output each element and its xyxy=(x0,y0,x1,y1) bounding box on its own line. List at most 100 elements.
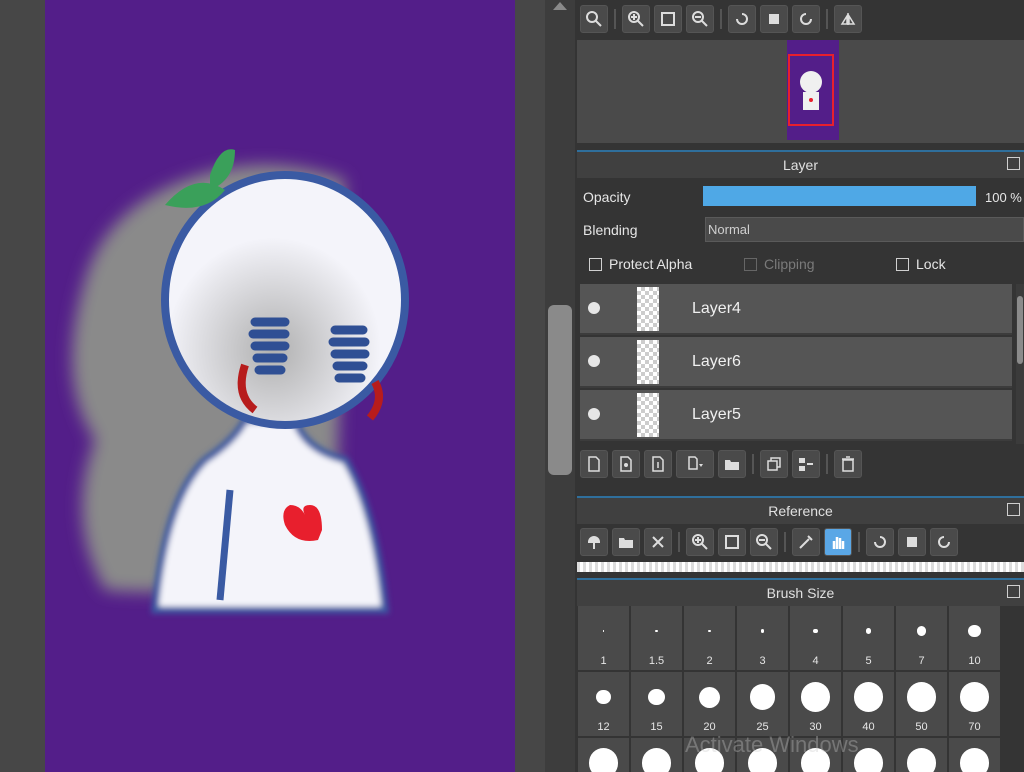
zoom-in-icon[interactable] xyxy=(686,528,714,556)
popout-icon[interactable] xyxy=(1007,503,1020,516)
reference-image-area[interactable] xyxy=(577,562,1024,572)
brush-size-panel-header: Brush Size xyxy=(577,578,1024,606)
rotate-left-icon[interactable] xyxy=(866,528,894,556)
layer-row[interactable]: Layer4 xyxy=(580,284,1012,335)
zoom-out-icon[interactable] xyxy=(686,5,714,33)
brush-size-cell[interactable]: 4 xyxy=(790,606,841,670)
fit-screen-icon[interactable] xyxy=(718,528,746,556)
layer-name: Layer4 xyxy=(692,300,741,317)
new-layer-icon[interactable] xyxy=(580,450,608,478)
layer-row[interactable]: Layer6 xyxy=(580,337,1012,388)
brush-size-cell[interactable] xyxy=(896,738,947,772)
opacity-label: Opacity xyxy=(583,189,631,205)
new-folder-icon[interactable] xyxy=(718,450,746,478)
brush-size-cell[interactable]: 3 xyxy=(737,606,788,670)
navigator-toolbar xyxy=(575,5,862,33)
brush-preview-dot xyxy=(906,748,937,772)
brush-size-cell[interactable]: 15 xyxy=(631,672,682,736)
fit-screen-icon[interactable] xyxy=(654,5,682,33)
brush-size-label: 15 xyxy=(650,721,663,733)
brush-size-cell[interactable] xyxy=(949,738,1000,772)
protect-alpha-checkbox[interactable] xyxy=(589,258,602,271)
brush-size-cell[interactable]: 1.5 xyxy=(631,606,682,670)
layer-toolbar xyxy=(575,450,862,478)
scrollbar-thumb[interactable] xyxy=(1017,296,1023,364)
delete-layer-icon[interactable] xyxy=(834,450,862,478)
brush-preview-dot xyxy=(916,626,927,636)
zoom-in-icon[interactable] xyxy=(622,5,650,33)
lock-label: Lock xyxy=(916,256,946,272)
visibility-icon[interactable] xyxy=(588,408,600,420)
brush-size-label: 1 xyxy=(600,655,607,667)
layer-row[interactable]: Layer5 xyxy=(580,390,1012,441)
brush-size-label: 12 xyxy=(597,721,610,733)
brush-size-cell[interactable]: 12 xyxy=(578,672,629,736)
brush-size-cell[interactable]: 20 xyxy=(684,672,735,736)
duplicate-layer-icon[interactable] xyxy=(760,450,788,478)
brush-size-cell[interactable]: 1 xyxy=(578,606,629,670)
zoom-out-icon[interactable] xyxy=(750,528,778,556)
rotate-left-icon[interactable] xyxy=(728,5,756,33)
eyedropper-icon[interactable] xyxy=(792,528,820,556)
zoom-actual-icon[interactable] xyxy=(580,5,608,33)
brush-size-cell[interactable] xyxy=(578,738,629,772)
brush-size-label: 4 xyxy=(812,655,819,667)
brush-preview-dot xyxy=(588,748,619,772)
layer-list-scrollbar[interactable] xyxy=(1016,284,1024,444)
layer-thumbnail xyxy=(637,393,659,437)
brush-preview-dot xyxy=(655,629,658,633)
clipping-checkbox[interactable] xyxy=(744,258,757,271)
add-layer-menu-icon[interactable] xyxy=(676,450,714,478)
clear-icon[interactable] xyxy=(644,528,672,556)
layer-thumbnail xyxy=(637,287,659,331)
visibility-icon[interactable] xyxy=(588,355,600,367)
flip-icon[interactable] xyxy=(834,5,862,33)
blending-select[interactable]: Normal xyxy=(705,217,1024,242)
brush-size-cell[interactable]: 25 xyxy=(737,672,788,736)
brush-size-cell[interactable]: 70 xyxy=(949,672,1000,736)
drawing-canvas[interactable] xyxy=(45,0,515,772)
fullscreen-icon[interactable] xyxy=(898,528,926,556)
brush-size-cell[interactable]: 30 xyxy=(790,672,841,736)
opacity-slider[interactable] xyxy=(703,186,976,206)
brush-preview-dot xyxy=(968,624,981,638)
visibility-icon[interactable] xyxy=(588,302,600,314)
hand-icon[interactable] xyxy=(824,528,852,556)
view-frame[interactable] xyxy=(788,54,834,126)
load-canvas-icon[interactable] xyxy=(580,528,608,556)
rotate-right-icon[interactable] xyxy=(792,5,820,33)
layer-name: Layer6 xyxy=(692,353,741,370)
rotate-right-icon[interactable] xyxy=(930,528,958,556)
brush-size-cell[interactable]: 50 xyxy=(896,672,947,736)
popout-icon[interactable] xyxy=(1007,585,1020,598)
popout-icon[interactable] xyxy=(1007,157,1020,170)
brush-size-cell[interactable]: 40 xyxy=(843,672,894,736)
brush-preview-dot xyxy=(865,628,872,634)
side-panel: Layer Opacity 100 % Blending Normal Prot… xyxy=(575,0,1024,772)
brush-size-label: 3 xyxy=(759,655,766,667)
scroll-up-arrow-icon[interactable] xyxy=(553,2,567,10)
lock-checkbox[interactable] xyxy=(896,258,909,271)
navigator-thumbnail[interactable] xyxy=(787,40,839,140)
brush-size-cell[interactable]: 5 xyxy=(843,606,894,670)
navigator-preview[interactable] xyxy=(577,40,1024,143)
brush-preview-dot xyxy=(906,682,937,712)
brush-size-cell[interactable]: 10 xyxy=(949,606,1000,670)
brush-size-label: 7 xyxy=(918,655,925,667)
brush-size-cell[interactable]: 2 xyxy=(684,606,735,670)
new-layer-1bit-icon[interactable] xyxy=(644,450,672,478)
scrollbar-thumb[interactable] xyxy=(548,305,572,475)
canvas-vertical-scrollbar[interactable] xyxy=(545,0,575,772)
brush-preview-dot xyxy=(853,682,884,712)
open-file-icon[interactable] xyxy=(612,528,640,556)
brush-size-panel-title: Brush Size xyxy=(766,585,835,601)
brush-size-cell[interactable]: 7 xyxy=(896,606,947,670)
merge-layer-icon[interactable] xyxy=(792,450,820,478)
layer-name: Layer5 xyxy=(692,406,741,423)
brush-size-label: 2 xyxy=(706,655,713,667)
fullscreen-icon[interactable] xyxy=(760,5,788,33)
brush-size-label: 5 xyxy=(865,655,872,667)
new-layer-8bit-icon[interactable] xyxy=(612,450,640,478)
brush-size-cell[interactable] xyxy=(631,738,682,772)
blending-label: Blending xyxy=(583,222,638,238)
